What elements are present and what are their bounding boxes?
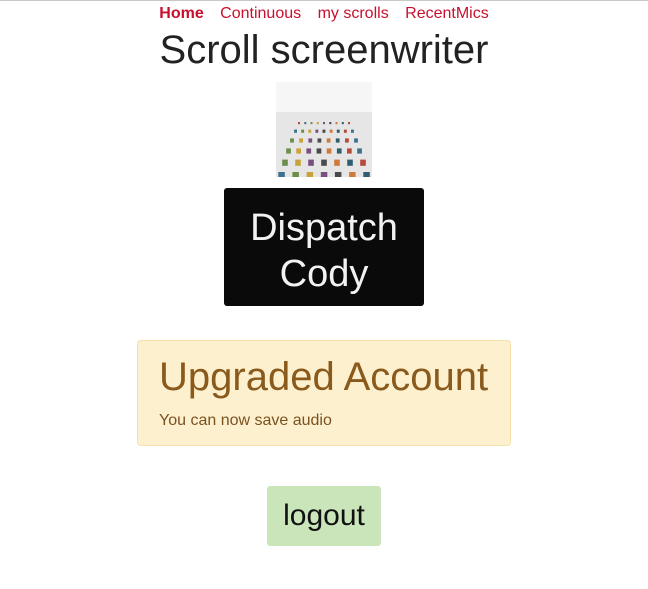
gallery-object [335, 138, 340, 143]
gallery-object [308, 129, 312, 133]
gallery-object [316, 122, 319, 125]
gallery-object [329, 122, 332, 125]
upgrade-alert: Upgraded Account You can now save audio [137, 340, 511, 446]
gallery-object [335, 122, 338, 125]
gallery-object [363, 172, 370, 177]
gallery-object [320, 172, 328, 177]
gallery-object [292, 172, 299, 177]
gallery-object [326, 148, 332, 154]
gallery-object [308, 159, 314, 166]
gallery-object [349, 172, 356, 177]
nav-link-continuous[interactable]: Continuous [220, 5, 301, 22]
gallery-thumbnail-image [276, 82, 372, 177]
nav-link-home[interactable]: Home [159, 5, 203, 22]
gallery-object [290, 138, 294, 143]
gallery-object [354, 138, 358, 143]
gallery-object [298, 122, 300, 125]
gallery-object [310, 122, 313, 125]
gallery-object [315, 129, 319, 133]
gallery-object [295, 159, 301, 166]
gallery-object [294, 129, 297, 133]
gallery-object [308, 138, 313, 143]
gallery-object [299, 138, 303, 143]
dispatch-label-line1: Dispatch [250, 207, 398, 249]
dispatch-label-line2: Cody [279, 253, 369, 295]
gallery-object [322, 129, 326, 133]
gallery-object [329, 129, 333, 133]
gallery-object [357, 148, 362, 154]
gallery-object [306, 172, 314, 177]
gallery-photo-graphic [276, 82, 372, 177]
gallery-object [348, 122, 350, 125]
gallery-object [296, 148, 301, 154]
gallery-object [345, 138, 349, 143]
gallery-object [321, 159, 327, 166]
gallery-object [341, 122, 344, 125]
gallery-object [316, 148, 322, 154]
gallery-object [334, 172, 342, 177]
nav-link-my-scrolls[interactable]: my scrolls [318, 5, 389, 22]
gallery-object [317, 138, 322, 143]
alert-message: You can now save audio [159, 412, 332, 429]
logout-button[interactable]: logout [267, 486, 381, 546]
page-title: Scroll screenwriter [159, 28, 489, 72]
gallery-object [347, 159, 353, 166]
gallery-object [278, 172, 285, 177]
gallery-object [286, 148, 291, 154]
gallery-object [336, 129, 340, 133]
gallery-object [301, 129, 305, 133]
dispatch-cody-button[interactable]: Dispatch Cody [224, 188, 424, 306]
gallery-object [334, 159, 340, 166]
gallery-object [282, 159, 288, 166]
gallery-object [343, 129, 347, 133]
gallery-object [326, 138, 331, 143]
alert-heading: Upgraded Account [159, 355, 489, 399]
gallery-object [323, 122, 325, 125]
gallery-object [351, 129, 354, 133]
gallery-object [304, 122, 307, 125]
gallery-object [360, 159, 366, 166]
top-nav: Home Continuous my scrolls RecentMics [0, 5, 648, 23]
top-border [0, 0, 648, 1]
gallery-object [306, 148, 312, 154]
gallery-object [336, 148, 342, 154]
nav-link-recentmics[interactable]: RecentMics [405, 5, 489, 22]
gallery-object [347, 148, 352, 154]
